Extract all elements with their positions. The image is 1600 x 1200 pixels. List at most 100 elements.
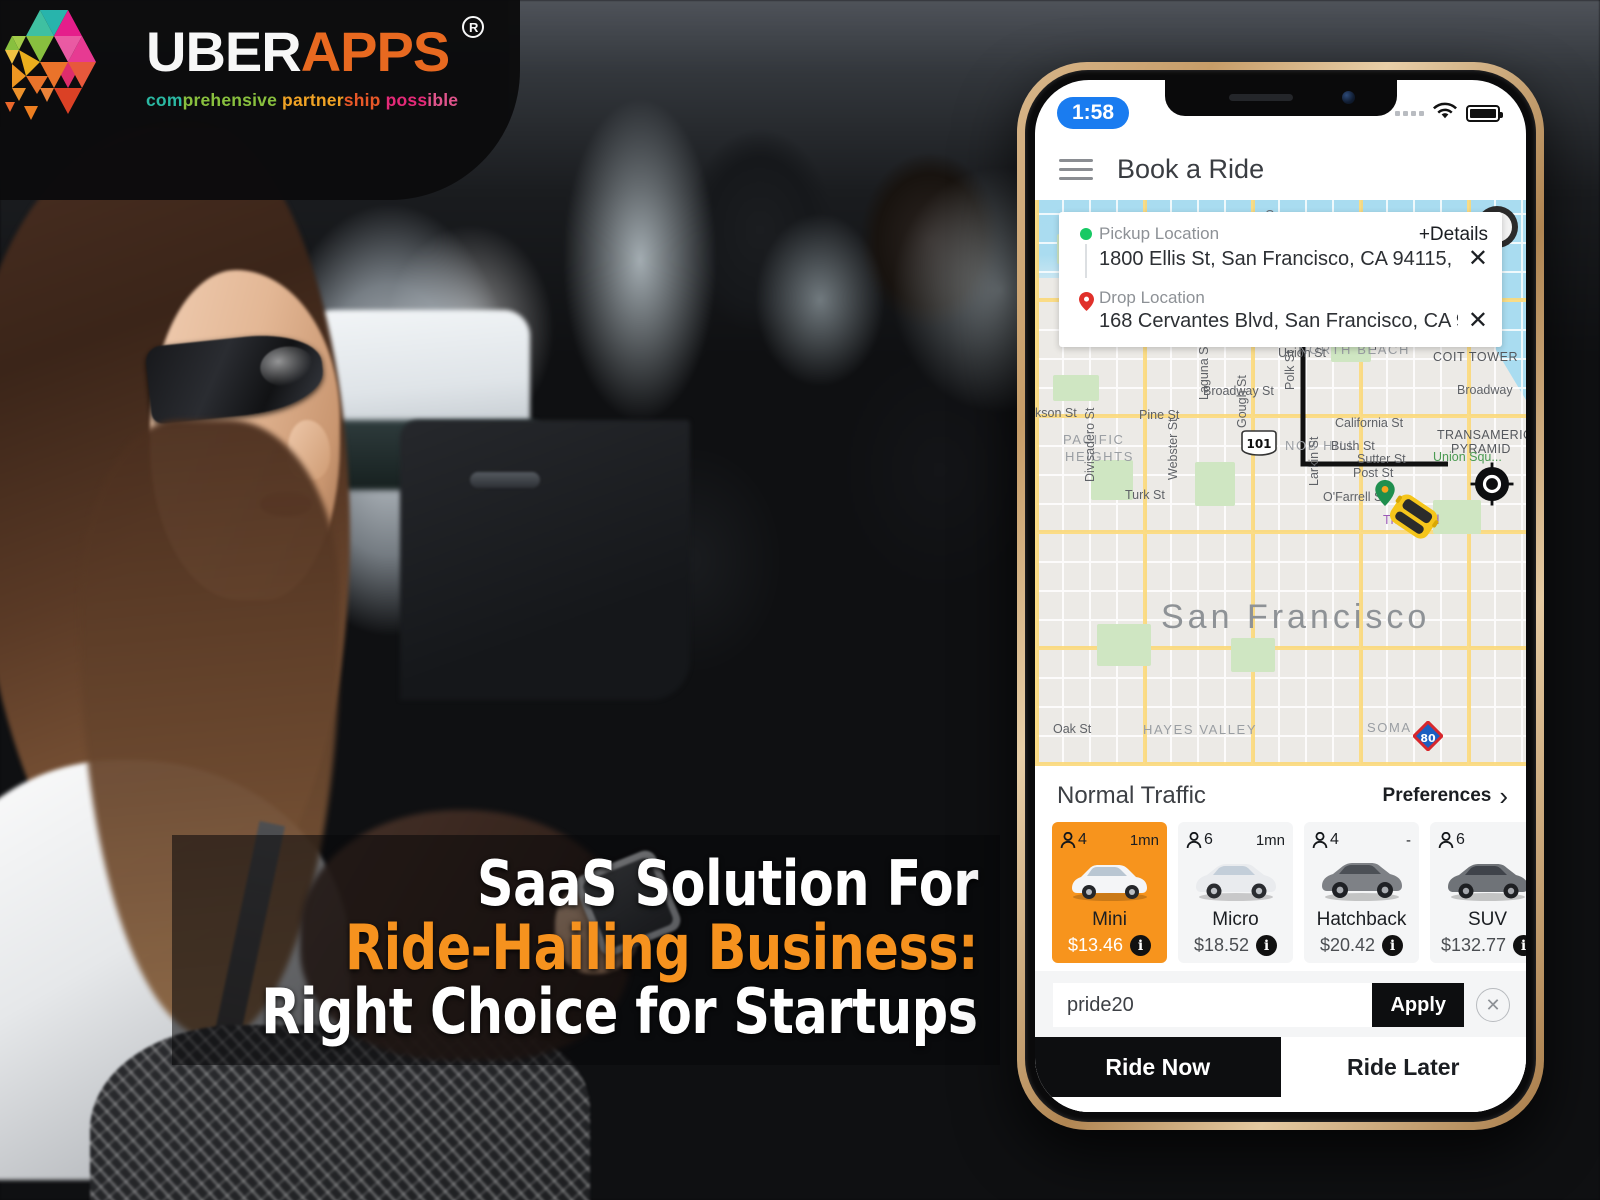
map-street: Bush St: [1331, 439, 1375, 453]
vehicle-card-mini[interactable]: 4 1mn Mini $13.46 i: [1052, 822, 1167, 963]
info-icon[interactable]: i: [1513, 935, 1526, 956]
vehicle-image-hatchback: [1312, 852, 1411, 906]
seat-capacity: 6: [1438, 831, 1465, 849]
map-street: Divisadero St: [1083, 407, 1097, 482]
vehicle-name: Micro: [1212, 909, 1259, 930]
vehicle-meta: 4 1mn: [1060, 830, 1159, 850]
red-map-pin-icon: [1078, 292, 1094, 311]
vehicle-name: Hatchback: [1316, 909, 1407, 930]
tab-ride-now[interactable]: Ride Now: [1035, 1037, 1281, 1097]
person-icon: [1060, 831, 1076, 848]
pickup-main: Pickup Location +Details 1800 Ellis St, …: [1099, 224, 1488, 271]
seat-capacity: 4: [1060, 831, 1087, 849]
vehicle-image-mini: [1060, 852, 1159, 906]
vehicle-card-micro[interactable]: 6 1mn Micro $18.52 i: [1178, 822, 1293, 963]
status-indicators: [1395, 102, 1503, 125]
ride-timing-tabs: Ride Now Ride Later: [1035, 1037, 1526, 1097]
vehicle-price-row: $132.77 i: [1438, 935, 1526, 956]
brand-logo[interactable]: UBERAPPS R comprehensive partnership pos…: [0, 2, 485, 122]
uberapps-logo-mark-icon: [0, 2, 130, 122]
battery-full-icon: [1466, 104, 1503, 122]
map-street: Laguna St: [1197, 343, 1211, 400]
vehicle-price: $13.46: [1067, 935, 1124, 955]
seat-count: 6: [1456, 831, 1465, 848]
svg-text:80: 80: [1420, 732, 1436, 745]
headline-line-2: Ride-Hailing Business:: [344, 911, 979, 985]
vehicle-meta: 6 1mn: [1186, 830, 1285, 850]
seat-capacity: 4: [1312, 831, 1339, 849]
signal-dots-icon: [1395, 110, 1424, 116]
hamburger-menu-icon[interactable]: [1059, 158, 1093, 180]
phone-screen: 1:58 Book a Ride 101 80 San Francisco NO…: [1035, 80, 1526, 1112]
vehicle-eta: -: [1406, 831, 1411, 849]
info-icon[interactable]: i: [1256, 935, 1278, 956]
headline-panel: SaaS Solution For Ride-Hailing Business:…: [172, 835, 1000, 1065]
seat-count: 6: [1204, 831, 1213, 848]
info-icon[interactable]: i: [1130, 935, 1152, 956]
person-icon: [1312, 831, 1328, 848]
vehicle-price-row: $13.46 i: [1060, 935, 1159, 956]
map-street: Gough St: [1235, 375, 1249, 428]
brand-logo-badge: UBERAPPS R comprehensive partnership pos…: [0, 0, 520, 200]
green-dot-icon: [1080, 228, 1092, 240]
apply-promo-button[interactable]: Apply: [1372, 983, 1464, 1027]
map-highway-shield-101: 101: [1240, 430, 1278, 461]
pickup-clear-icon[interactable]: ✕: [1458, 246, 1488, 271]
map-view[interactable]: 101 80 San Francisco NORTH BEACH PACIFIC…: [1035, 200, 1526, 766]
chevron-right-icon: ›: [1499, 781, 1508, 811]
pickup-address[interactable]: 1800 Ellis St, San Francisco, CA 94115, …: [1099, 248, 1458, 271]
pickup-marker-column: [1073, 224, 1099, 282]
seat-count: 4: [1330, 831, 1339, 848]
promo-code-input[interactable]: [1053, 983, 1373, 1027]
person-icon: [1186, 831, 1202, 848]
map-street: California St: [1335, 416, 1404, 430]
drop-address[interactable]: 168 Cervantes Blvd, San Francisco, CA 9.…: [1099, 310, 1458, 333]
vehicle-card-hatchback[interactable]: 4 - Hatchback $20.42 i: [1304, 822, 1419, 963]
map-poi: COIT TOWER: [1433, 350, 1519, 364]
tagline-seg-4: ship: [343, 90, 381, 110]
map-poi: TRANSAMERICA: [1437, 428, 1526, 442]
tagline-seg-1: com: [146, 90, 183, 110]
pickup-label-row: Pickup Location +Details: [1099, 224, 1488, 246]
map-street: Oak St: [1053, 722, 1092, 736]
drop-marker-column: [1073, 288, 1099, 311]
crosshair-locate-icon[interactable]: [1470, 462, 1514, 506]
map-city-label: San Francisco: [1161, 598, 1431, 636]
drop-row: Drop Location 168 Cervantes Blvd, San Fr…: [1073, 288, 1488, 333]
tagline-seg-5: poss: [380, 90, 428, 110]
info-icon[interactable]: i: [1382, 935, 1404, 956]
headline-line-1: SaaS Solution For: [477, 847, 978, 921]
app-header: Book a Ride: [1035, 138, 1526, 200]
svg-text:101: 101: [1246, 437, 1271, 451]
vehicle-price-row: $18.52 i: [1186, 935, 1285, 956]
vehicle-meta: 6: [1438, 830, 1526, 850]
tab-ride-later[interactable]: Ride Later: [1280, 1037, 1526, 1097]
headline-line-3: Right Choice for Startups: [261, 974, 979, 1048]
phone-bezel: 1:58 Book a Ride 101 80 San Francisco NO…: [1025, 70, 1536, 1122]
add-details-link[interactable]: +Details: [1419, 224, 1488, 246]
vehicle-image-suv: [1438, 852, 1526, 906]
map-highway-shield-80: 80: [1411, 719, 1445, 756]
status-bar: 1:58: [1035, 80, 1526, 138]
booking-sheet: Normal Traffic Preferences › 4 1mn Mini …: [1035, 766, 1526, 1112]
vehicle-options-list[interactable]: 4 1mn Mini $13.46 i 6 1mn Micro $18.52 i…: [1035, 818, 1526, 963]
brand-word-uber: UBER: [146, 20, 302, 83]
traffic-status: Normal Traffic: [1057, 782, 1206, 809]
preferences-button[interactable]: Preferences ›: [1383, 783, 1508, 809]
vehicle-price: $20.42: [1319, 935, 1376, 955]
map-street: Sutter St: [1357, 452, 1406, 466]
drop-label-row: Drop Location: [1099, 288, 1488, 308]
brand-wordmark: UBERAPPS R: [146, 16, 485, 80]
vehicle-price-row: $20.42 i: [1312, 935, 1411, 956]
map-street: Polk St: [1283, 350, 1297, 390]
map-street: Turk St: [1125, 488, 1165, 502]
map-street: kson St: [1035, 406, 1077, 420]
map-street: Larkin St: [1307, 436, 1321, 486]
tagline-seg-3: partner: [277, 90, 344, 110]
drop-clear-icon[interactable]: ✕: [1458, 308, 1488, 333]
vehicle-meta: 4 -: [1312, 830, 1411, 850]
map-label: SOMA: [1367, 720, 1412, 735]
vehicle-card-suv[interactable]: 6 SUV $132.77 i: [1430, 822, 1526, 963]
pickup-label: Pickup Location: [1099, 224, 1220, 243]
circle-close-icon[interactable]: ✕: [1476, 988, 1510, 1022]
